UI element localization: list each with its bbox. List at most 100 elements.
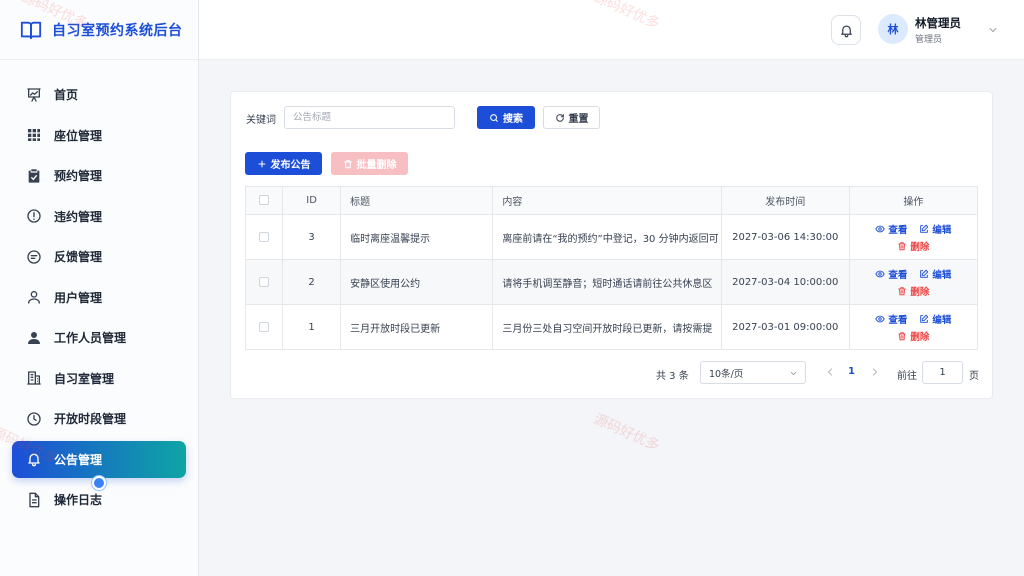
sidebar-item-staff[interactable]: 工作人员管理 [12, 319, 186, 356]
select-all-checkbox[interactable] [259, 195, 270, 205]
view-label: 查看 [888, 224, 908, 236]
ops-cell: 查看 编辑 删除 [848, 214, 979, 260]
sidebar-item-label: 首页 [54, 88, 79, 102]
time-cell: 2027-03-01 09:00:00 [720, 304, 850, 350]
sidebar-item-violations[interactable]: 违约管理 [12, 198, 186, 235]
delete-button[interactable]: 删除 [897, 239, 929, 253]
page-size-value: 10条/页 [709, 368, 744, 380]
title-cell: 临时离座温馨提示 [340, 214, 494, 260]
edit-button[interactable]: 编辑 [919, 312, 951, 326]
search-input[interactable] [284, 106, 455, 129]
grid-icon [26, 127, 42, 143]
sidebar-item-reservations[interactable]: 预约管理 [12, 157, 186, 194]
message-circle-icon [26, 249, 42, 265]
row-actions: 查看 编辑 删除 [850, 267, 977, 298]
edit-button[interactable]: 编辑 [919, 267, 951, 281]
row-actions-top: 查看 编辑 [875, 267, 951, 281]
sidebar-item-announcements[interactable]: 公告管理 [12, 440, 186, 490]
watermark: 源码好优多 [591, 411, 662, 455]
batch-delete-button[interactable]: 批量删除 [331, 152, 408, 175]
reset-button[interactable]: 重置 [543, 106, 600, 129]
chevron-left-icon[interactable] [824, 366, 836, 378]
ops-cell: 查看 编辑 删除 [848, 259, 979, 305]
row-select-cell [244, 304, 284, 350]
ops-cell: 查看 编辑 删除 [848, 304, 979, 350]
delete-label: 删除 [910, 241, 930, 253]
user-name[interactable]: 林管理员 [915, 15, 961, 31]
table-row: 2 安静区使用公约 请将手机调至静音；短时通话请前往公共休息区 2027-03-… [244, 259, 979, 305]
plus-icon [258, 160, 265, 167]
row-checkbox[interactable] [259, 321, 270, 332]
sidebar-item-feedback[interactable]: 反馈管理 [12, 238, 186, 275]
publish-button-label: 发布公告 [270, 160, 311, 171]
sidebar-item-logs[interactable]: 操作日志 [12, 481, 186, 518]
goto-label: 前往 [897, 371, 917, 382]
sidebar-item-open-hours[interactable]: 开放时段管理 [12, 400, 186, 437]
id-cell: 2 [282, 259, 342, 305]
edit-label: 编辑 [932, 269, 952, 281]
search-icon [490, 113, 498, 122]
sidebar-menu: 首页 座位管理 预约管理 违约管理 反馈管理 用户管理 工作人员管理 自习室管理… [0, 60, 198, 518]
page-size-select[interactable]: 10条/页 [700, 361, 806, 384]
sidebar-item-label: 工作人员管理 [54, 331, 127, 345]
current-page[interactable]: 1 [848, 366, 855, 377]
sidebar-item-users[interactable]: 用户管理 [12, 279, 186, 316]
alert-circle-icon [26, 208, 42, 224]
announcement-table: ID 标题 内容 发布时间 操作 3 临时离座温馨提示 离座前请在“我的预约”中… [244, 186, 979, 350]
view-button[interactable]: 查看 [875, 312, 907, 326]
title-cell: 三月开放时段已更新 [340, 304, 494, 350]
bell-icon [26, 451, 42, 467]
view-label: 查看 [888, 269, 908, 281]
book-open-icon [20, 21, 42, 39]
announcement-card: 关键词 搜索 重置 发布公告 批量删除 ID 标题 内容 发布时间 操作 [230, 91, 993, 399]
column-header-id: ID [282, 186, 342, 215]
content-cell: 离座前请在“我的预约”中登记，30 分钟内返回可 [492, 214, 722, 260]
search-button[interactable]: 搜索 [477, 106, 535, 129]
trash-icon [898, 241, 907, 250]
chevron-right-icon[interactable] [869, 366, 881, 378]
view-label: 查看 [888, 314, 908, 326]
row-actions-top: 查看 编辑 [875, 312, 951, 326]
reset-button-label: 重置 [568, 114, 589, 125]
column-header-title: 标题 [340, 186, 494, 215]
row-select-cell [244, 214, 284, 260]
content-cell: 三月份三处自习空间开放时段已更新，请按需提 [492, 304, 722, 350]
publish-button[interactable]: 发布公告 [245, 152, 322, 175]
column-header-content: 内容 [492, 186, 722, 215]
chevron-down-icon [790, 371, 797, 376]
select-all-cell [244, 186, 284, 215]
row-checkbox[interactable] [259, 276, 270, 287]
goto-page-input[interactable] [922, 361, 963, 384]
delete-button[interactable]: 删除 [897, 329, 929, 343]
sidebar-item-seats[interactable]: 座位管理 [12, 117, 186, 154]
sidebar-item-home[interactable]: 首页 [12, 76, 186, 113]
sidebar-item-label: 预约管理 [54, 169, 103, 183]
view-button[interactable]: 查看 [875, 267, 907, 281]
building-icon [26, 370, 42, 386]
row-checkbox[interactable] [259, 231, 270, 242]
eye-icon [875, 225, 886, 232]
top-header: 林 林管理员 管理员 [199, 0, 1024, 60]
chevron-down-icon[interactable] [987, 24, 999, 36]
goto-unit: 页 [969, 371, 979, 382]
sidebar-item-label: 公告管理 [54, 452, 103, 467]
avatar[interactable]: 林 [878, 14, 908, 44]
app-title: 自习室预约系统后台 [52, 22, 183, 39]
sidebar-item-label: 违约管理 [54, 209, 103, 224]
sidebar-item-label: 开放时段管理 [54, 412, 127, 426]
sidebar-item-label: 反馈管理 [54, 250, 103, 264]
notification-button[interactable] [831, 15, 861, 45]
table-row: 1 三月开放时段已更新 三月份三处自习空间开放时段已更新，请按需提 2027-0… [244, 304, 979, 350]
edit-button[interactable]: 编辑 [919, 222, 951, 236]
batch-delete-button-label: 批量删除 [356, 160, 397, 171]
pagination-total: 共 3 条 [656, 371, 689, 382]
edit-icon [920, 224, 929, 233]
sidebar-item-rooms[interactable]: 自习室管理 [12, 360, 186, 397]
delete-label: 删除 [910, 331, 930, 343]
edit-label: 编辑 [932, 224, 952, 236]
delete-button[interactable]: 删除 [897, 284, 929, 298]
table-row: 3 临时离座温馨提示 离座前请在“我的预约”中登记，30 分钟内返回可 2027… [244, 214, 979, 260]
view-button[interactable]: 查看 [875, 222, 907, 236]
keyword-label: 关键词 [246, 115, 276, 126]
row-actions: 查看 编辑 删除 [850, 312, 977, 343]
